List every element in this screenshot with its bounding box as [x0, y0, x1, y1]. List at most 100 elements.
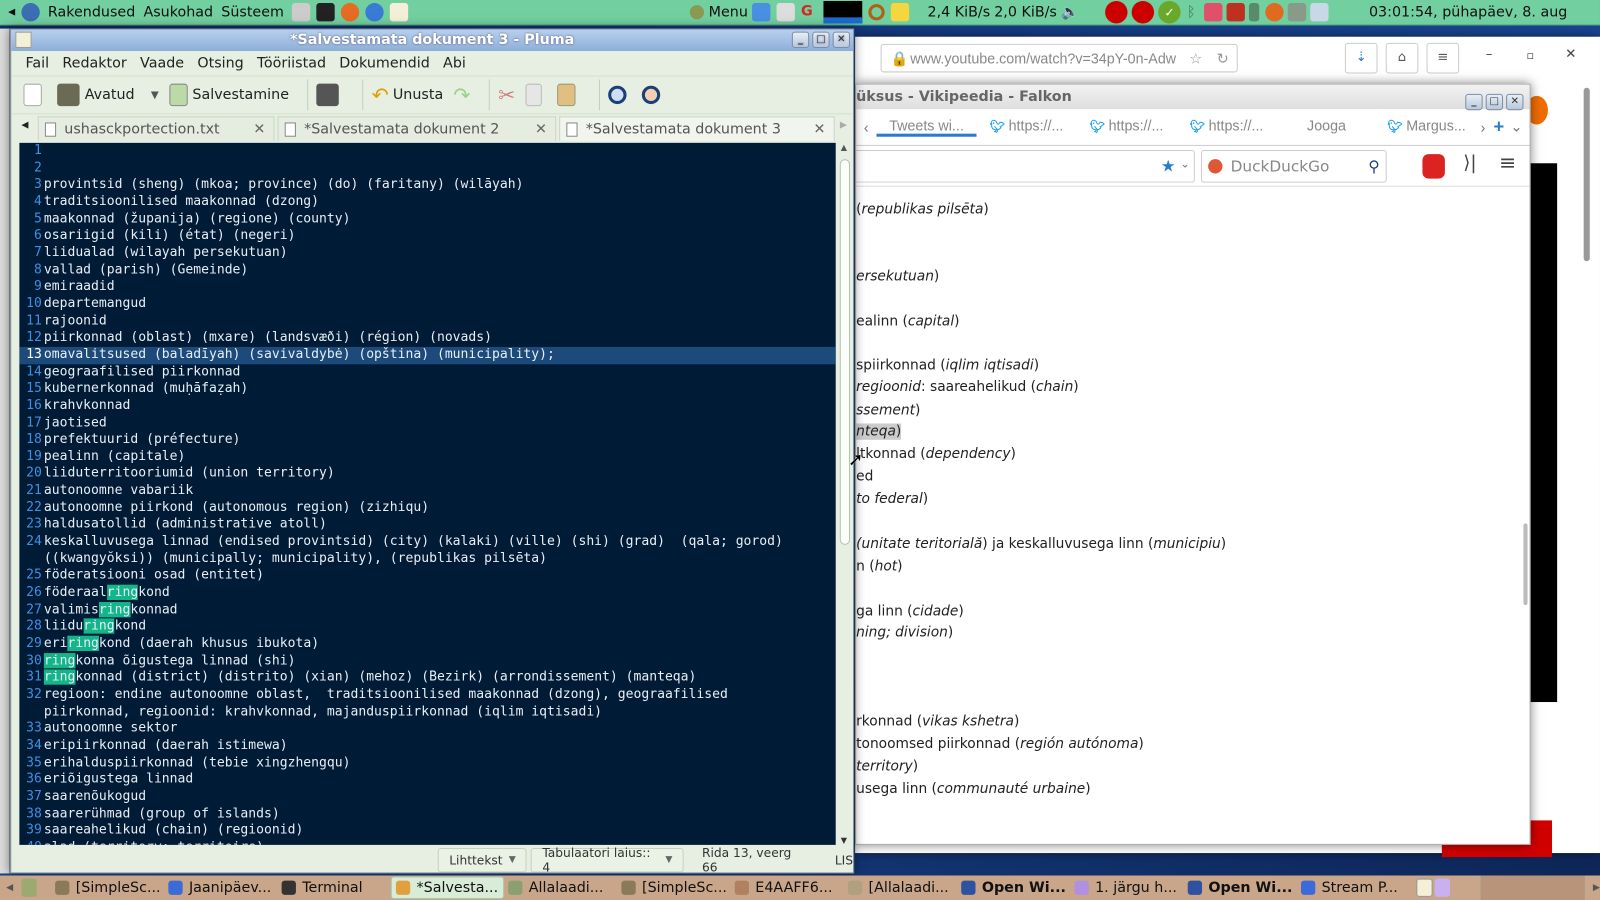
close-button[interactable]: ✕: [1506, 93, 1524, 111]
tabs-scroll-left[interactable]: ◀: [21, 120, 28, 130]
tasks-check-icon[interactable]: [751, 3, 771, 22]
package-icon[interactable]: [1203, 3, 1223, 22]
update-icon[interactable]: [1264, 3, 1284, 22]
scrollbar-thumb[interactable]: [839, 159, 850, 545]
maximize-button[interactable]: □: [812, 31, 830, 48]
page-scrollbar[interactable]: [1523, 523, 1528, 606]
paste-button[interactable]: [557, 83, 580, 107]
text-editor[interactable]: 1 2 3 provintsid (sheng) (mkoa; province) (…: [19, 142, 836, 845]
tabs-scroll-right[interactable]: ▶: [840, 120, 847, 130]
sidebar-toggle-icon[interactable]: ⟩|: [1463, 152, 1476, 173]
menu-button[interactable]: Menu: [709, 4, 748, 20]
taskbar-item[interactable]: Terminal: [278, 877, 391, 899]
adblock-stop-icon[interactable]: [1422, 154, 1445, 179]
record-red-icon-2[interactable]: [1131, 1, 1155, 24]
taskbar-item[interactable]: Stream P...: [1297, 877, 1410, 899]
firefox-icon[interactable]: [341, 3, 360, 22]
new-document-button[interactable]: [23, 83, 46, 107]
scroll-down-arrow-icon[interactable]: ▼: [841, 836, 847, 845]
menu-edit[interactable]: Redaktor: [62, 55, 126, 71]
menu-documents[interactable]: Dokumendid: [339, 55, 429, 71]
bookmark-star-icon[interactable]: ★: [1161, 156, 1176, 175]
document-tab[interactable]: ushasckportection.txt ✕: [37, 116, 275, 141]
search-bar[interactable]: DuckDuckGo ⚲: [1201, 149, 1387, 183]
url-text[interactable]: www.youtube.com/watch?v=34pY-0n-Adw: [910, 50, 1176, 66]
find-button[interactable]: [608, 85, 631, 105]
record-red-icon[interactable]: [1105, 1, 1128, 24]
document-tab[interactable]: *Salvestamata dokument 3 ✕: [559, 116, 835, 141]
tab-width-dropdown[interactable]: Tabulaatori laius:: 4 ▼: [531, 845, 684, 874]
close-button[interactable]: ✕: [1565, 47, 1576, 62]
taskbar-item[interactable]: E4AAFF6...: [731, 877, 844, 899]
browser-tab[interactable]: Jooga: [1277, 117, 1377, 136]
thunderbird-icon[interactable]: [365, 3, 384, 22]
close-button[interactable]: ✕: [832, 31, 850, 48]
tab-list-chevron-icon[interactable]: ⌄: [1510, 118, 1522, 135]
text-editor-icon[interactable]: [390, 3, 409, 22]
menu-icon[interactable]: [690, 5, 705, 20]
address-bar[interactable]: ★ ⌄: [856, 149, 1195, 183]
taskbar-item[interactable]: [SimpleSc...: [618, 877, 731, 899]
file-cabinet-icon[interactable]: [292, 3, 311, 22]
minimize-button[interactable]: _: [791, 31, 810, 48]
menu-file[interactable]: Fail: [26, 55, 50, 71]
page-scrollbar[interactable]: [1583, 87, 1590, 262]
syntax-dropdown[interactable]: Lihttekst ▼: [437, 847, 528, 872]
taskbar-item[interactable]: Jaanipäev...: [164, 877, 277, 899]
bluetooth-icon[interactable]: ᛒ: [1187, 4, 1196, 20]
browser-tab[interactable]: 🐦︎ https://...: [1077, 117, 1177, 136]
copy-button[interactable]: [525, 83, 546, 107]
mail-clock-icon[interactable]: [776, 3, 795, 22]
taskbar-item[interactable]: Open Wi...: [957, 877, 1070, 899]
menu-help[interactable]: Abi: [443, 55, 466, 71]
open-dropdown-button[interactable]: ▼: [151, 89, 159, 100]
show-desktop-folder-icon[interactable]: [21, 878, 37, 897]
browser-tab[interactable]: 🐦︎ https://...: [977, 117, 1077, 136]
url-bar[interactable]: 🔒 www.youtube.com/watch?v=34pY-0n-Adw ☆ …: [880, 43, 1238, 73]
network-icon[interactable]: [1287, 3, 1306, 22]
bookmark-star-icon[interactable]: ☆: [1189, 45, 1202, 72]
firewall-icon[interactable]: [1226, 3, 1245, 22]
downloads-button[interactable]: ⇣: [1344, 42, 1378, 74]
taskbar-item[interactable]: Allalaadi...: [504, 877, 617, 899]
pluma-launcher-icon[interactable]: [1416, 878, 1433, 897]
maximize-button[interactable]: ▫: [1527, 49, 1535, 62]
menu-tools[interactable]: Tööriistad: [257, 55, 326, 71]
menu-places[interactable]: Asukohad: [143, 4, 213, 20]
falkon-title-bar[interactable]: üksus - Vikipeedia - Falkon _ □ ✕: [856, 84, 1530, 111]
undo-button[interactable]: ↶ Unusta: [372, 83, 444, 107]
pluma-title-bar[interactable]: *Salvestamata dokument 3 - Pluma _ □ ✕: [11, 29, 854, 52]
menu-search[interactable]: Otsing: [197, 55, 243, 71]
taskbar-scroll-left[interactable]: ◀: [6, 883, 13, 893]
cut-button[interactable]: ✂: [498, 83, 515, 107]
minimize-button[interactable]: –: [1486, 47, 1493, 62]
notes-icon[interactable]: [890, 3, 910, 22]
browser-tab[interactable]: 🐦︎ Margus...: [1377, 117, 1477, 136]
menu-system[interactable]: Süsteem: [221, 4, 284, 20]
bookmark-chevron-icon[interactable]: ⌄: [1180, 157, 1189, 170]
panel-left-arrow-icon[interactable]: ◀: [8, 7, 15, 17]
tab-scroll-right[interactable]: ›: [1481, 119, 1486, 135]
battery-icon[interactable]: [1248, 3, 1259, 22]
clock[interactable]: 03:01:54, pühapäev, 8. aug: [1369, 4, 1567, 20]
document-tab[interactable]: *Salvestamata dokument 2 ✕: [277, 116, 557, 141]
open-button[interactable]: Avatud: [57, 83, 135, 107]
search-magnifier-icon[interactable]: [868, 4, 885, 21]
close-tab-icon[interactable]: ✕: [535, 121, 547, 137]
taskbar-scroll-right[interactable]: ▶: [1593, 883, 1600, 893]
taskbar-item[interactable]: *Salvesta...: [391, 876, 505, 899]
menu-button[interactable]: ≡: [1426, 42, 1460, 74]
fedora-logo-icon[interactable]: [21, 3, 40, 22]
menu-view[interactable]: Vaade: [140, 55, 184, 71]
browser-tab[interactable]: Tweets wi...: [876, 117, 977, 137]
close-tab-icon[interactable]: ✕: [814, 121, 826, 137]
taskbar-item[interactable]: [Allalaadi...: [844, 877, 957, 899]
scroll-up-arrow-icon[interactable]: ▲: [841, 143, 847, 152]
home-button[interactable]: ⌂: [1385, 42, 1419, 74]
workspace-switcher[interactable]: [1480, 875, 1585, 900]
gnome-g-icon[interactable]: G: [801, 3, 819, 21]
volume-icon[interactable]: 🔈: [1061, 4, 1079, 20]
close-tab-icon[interactable]: ✕: [253, 121, 265, 137]
editor-scrollbar[interactable]: ▲ ▼: [837, 142, 853, 845]
reload-icon[interactable]: ↻: [1217, 45, 1229, 72]
